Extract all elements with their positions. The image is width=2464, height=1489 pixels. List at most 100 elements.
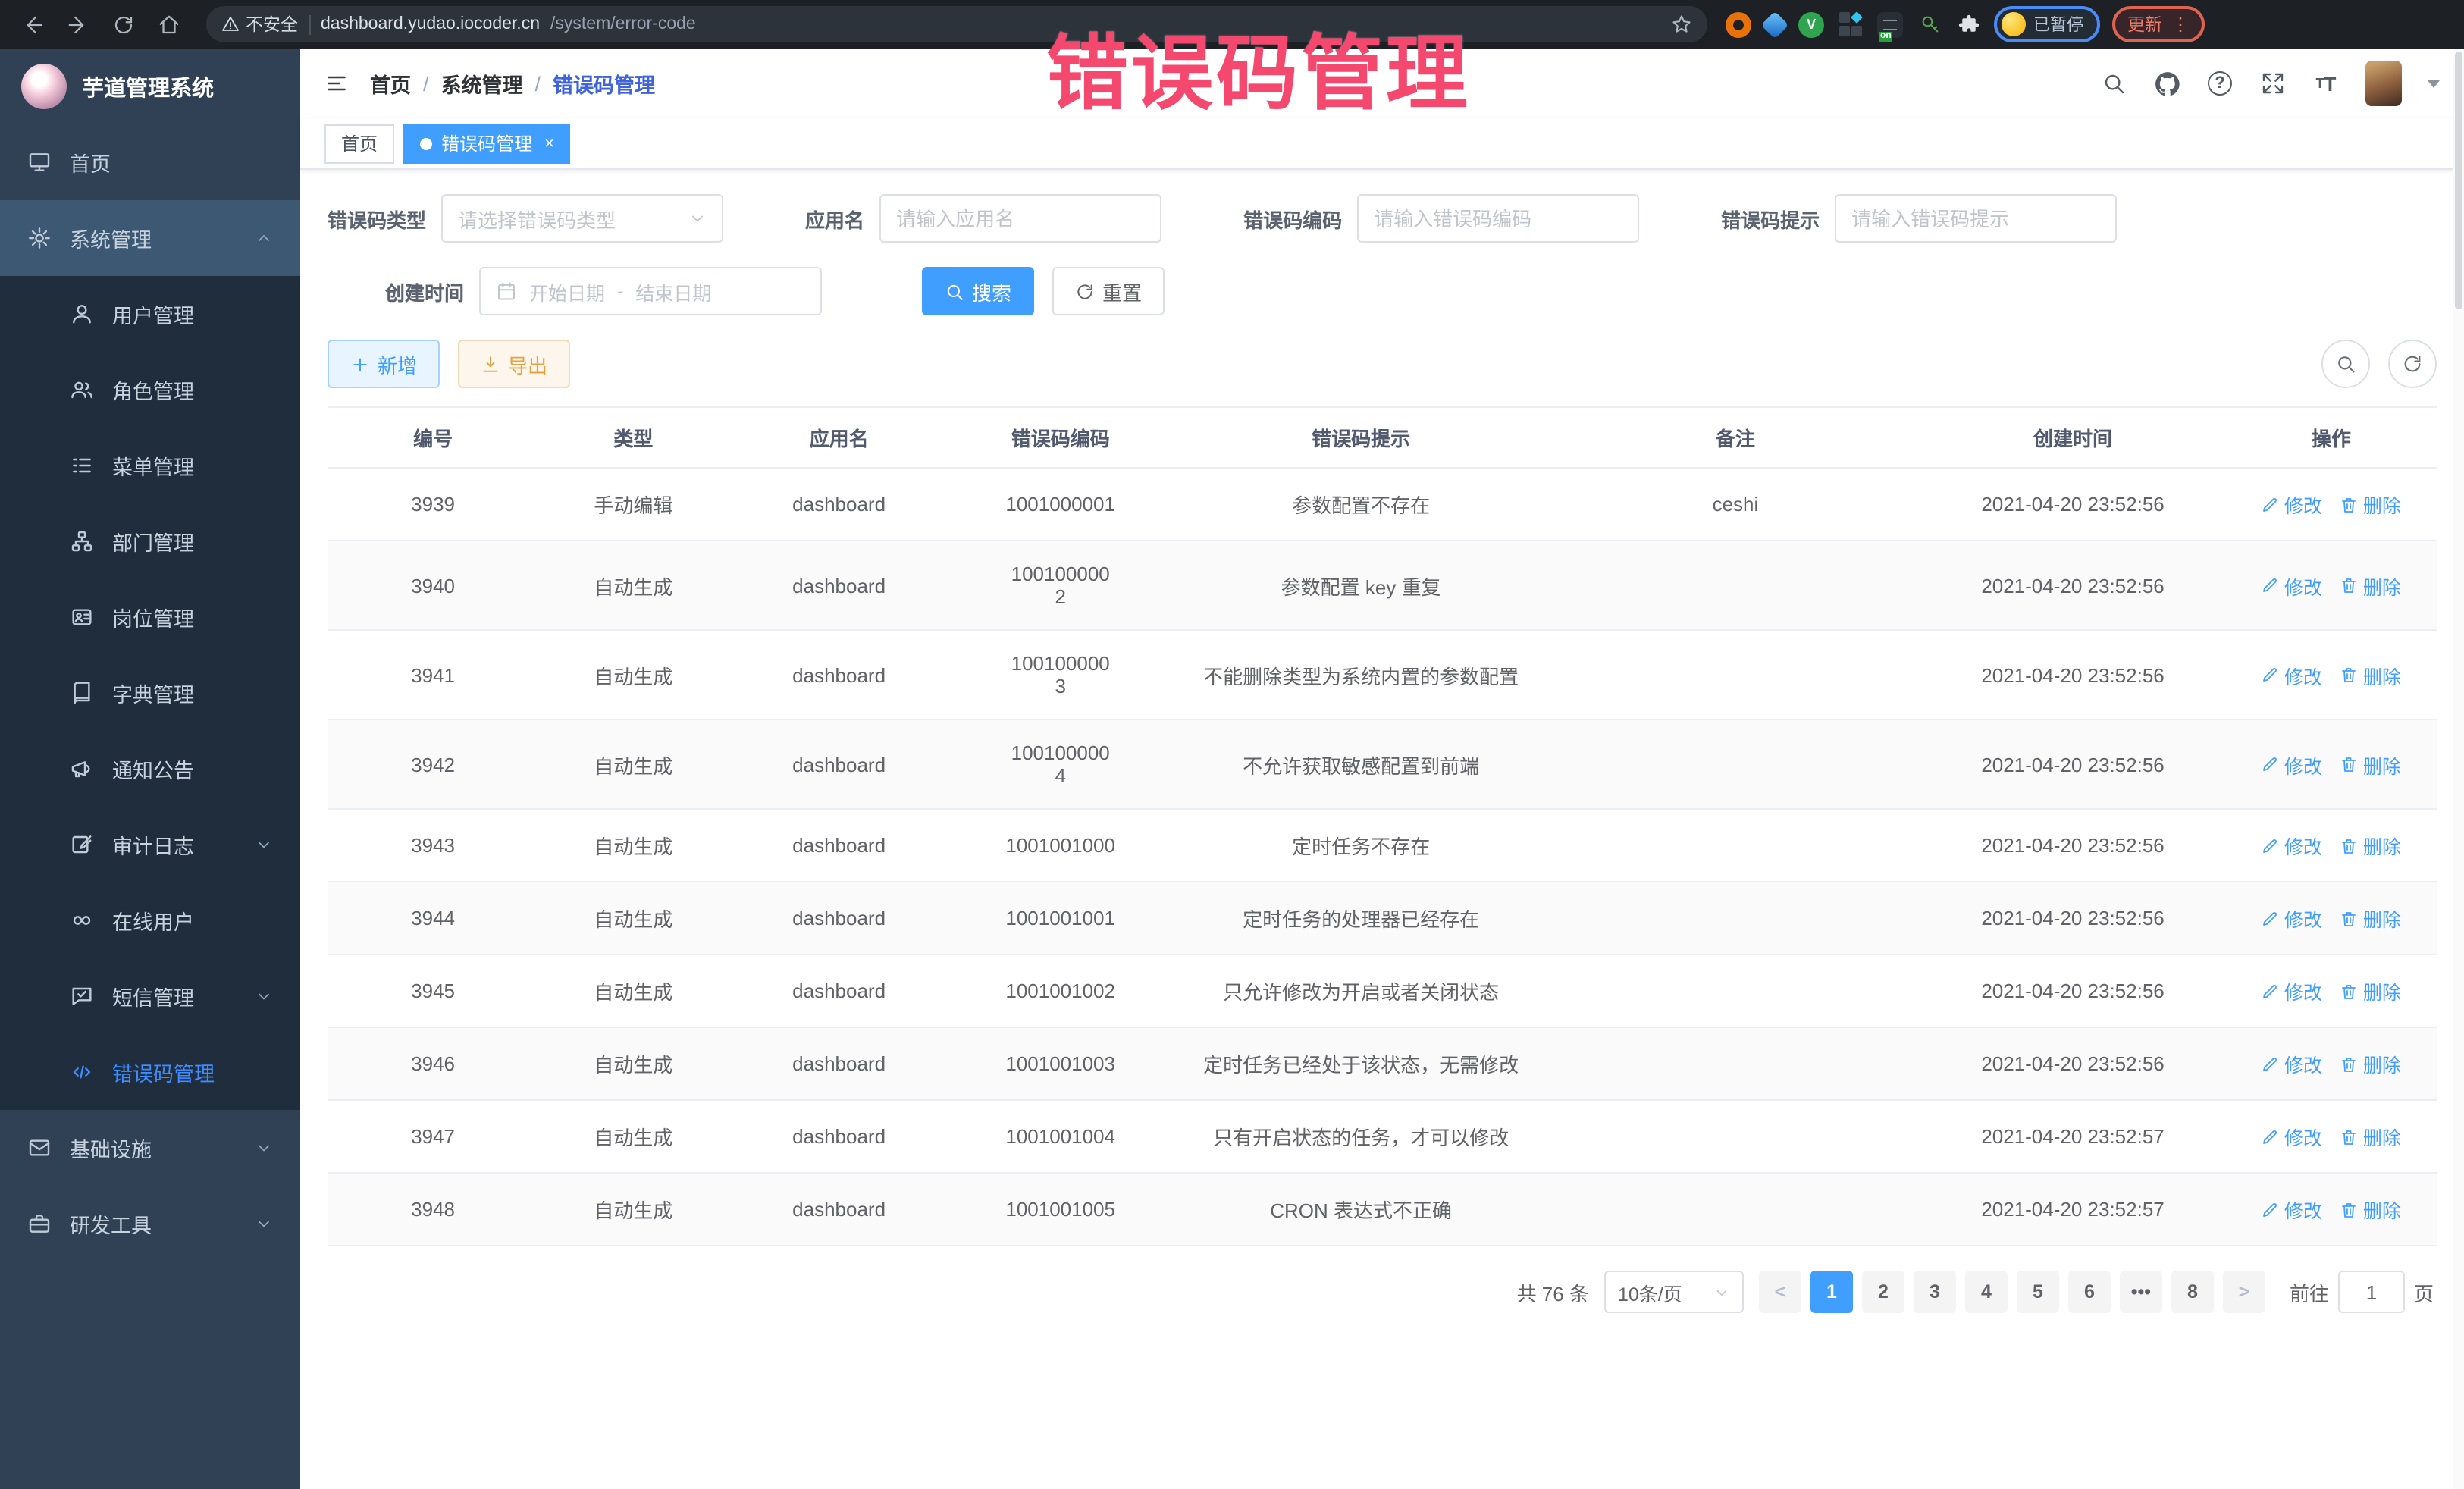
hamburger-icon[interactable] <box>324 71 349 96</box>
create-time-label: 创建时间 <box>385 277 464 306</box>
sidebar-item-audit-log[interactable]: 审计日志 <box>0 807 300 882</box>
delete-link[interactable]: 删除 <box>2340 904 2401 933</box>
refresh-table-button[interactable] <box>2388 340 2437 388</box>
browser-profile-badge[interactable]: 已暂停 <box>1994 6 2100 42</box>
edit-link[interactable]: 修改 <box>2262 490 2322 519</box>
close-icon[interactable]: × <box>544 134 554 152</box>
page-button-1[interactable]: 1 <box>1810 1271 1853 1313</box>
ext-orange-icon[interactable] <box>1726 11 1751 37</box>
page-scrollbar[interactable] <box>2453 49 2464 1489</box>
breadcrumb-system[interactable]: 系统管理 <box>441 68 523 99</box>
home-icon[interactable] <box>152 8 185 41</box>
tab-home[interactable]: 首页 <box>324 124 394 163</box>
page-button-8[interactable]: 8 <box>2171 1271 2214 1313</box>
edit-link[interactable]: 修改 <box>2262 976 2322 1005</box>
filter-input-2[interactable] <box>1357 194 1639 243</box>
ext-puzzle-icon[interactable] <box>1956 11 1982 37</box>
ext-onetab-icon[interactable]: on <box>1877 11 1903 37</box>
delete-link[interactable]: 删除 <box>2340 571 2401 600</box>
page-button-6[interactable]: 6 <box>2068 1271 2111 1313</box>
edit-link[interactable]: 修改 <box>2262 1195 2322 1224</box>
sidebar-item-posts[interactable]: 岗位管理 <box>0 579 300 655</box>
edit-link[interactable]: 修改 <box>2262 904 2322 933</box>
edit-link[interactable]: 修改 <box>2262 1122 2322 1151</box>
browser-menu-icon[interactable]: ⋮ <box>2171 17 2190 32</box>
sidebar-item-system[interactable]: 系统管理 <box>0 200 300 276</box>
cell-time: 2021-04-20 23:52:56 <box>1920 955 2225 1027</box>
ext-gem-icon[interactable] <box>1761 11 1789 39</box>
not-secure-warning[interactable]: 不安全 <box>221 12 298 36</box>
delete-link[interactable]: 删除 <box>2340 660 2401 689</box>
browser-update-button[interactable]: 更新 ⋮ <box>2112 6 2205 42</box>
sidebar-item-dicts[interactable]: 字典管理 <box>0 655 300 731</box>
sidebar-item-notices[interactable]: 通知公告 <box>0 731 300 807</box>
sidebar-item-infra[interactable]: 基础设施 <box>0 1110 300 1186</box>
search-icon[interactable] <box>2100 70 2127 97</box>
page-button-4[interactable]: 4 <box>1965 1271 2008 1313</box>
sidebar-item-menus[interactable]: 菜单管理 <box>0 428 300 503</box>
page-button-3[interactable]: 3 <box>1914 1271 1956 1313</box>
breadcrumb-home[interactable]: 首页 <box>370 68 411 99</box>
tab-error-code[interactable]: 错误码管理 × <box>403 124 571 163</box>
export-button[interactable]: 导出 <box>458 340 570 388</box>
delete-link[interactable]: 删除 <box>2340 1049 2401 1078</box>
edit-link[interactable]: 修改 <box>2262 831 2322 860</box>
chevron-down-icon <box>255 987 273 1005</box>
user-avatar[interactable] <box>2365 61 2402 106</box>
cell-id: 3945 <box>328 955 538 1027</box>
font-size-icon[interactable]: TT <box>2312 70 2340 97</box>
page-button-2[interactable]: 2 <box>1862 1271 1904 1313</box>
edit-link[interactable]: 修改 <box>2262 660 2322 689</box>
forward-icon[interactable] <box>61 8 94 41</box>
goto-page-input[interactable] <box>2338 1271 2405 1313</box>
ext-grid-icon[interactable] <box>1838 11 1864 37</box>
sidebar-item-error-code[interactable]: 错误码管理 <box>0 1034 300 1110</box>
page-size-select[interactable]: 10条/页 <box>1604 1271 1744 1313</box>
delete-icon <box>2340 909 2359 927</box>
ext-key-icon[interactable] <box>1917 11 1942 37</box>
back-icon[interactable] <box>15 8 49 41</box>
help-icon[interactable]: ? <box>2206 70 2234 97</box>
star-icon[interactable] <box>1671 14 1692 35</box>
prev-page-button[interactable]: < <box>1759 1271 1801 1313</box>
date-range-picker[interactable]: 开始日期 - 结束日期 <box>479 267 822 315</box>
reset-button[interactable]: 重置 <box>1052 267 1165 315</box>
app-logo-row[interactable]: 芋道管理系统 <box>0 49 300 124</box>
delete-link[interactable]: 删除 <box>2340 1195 2401 1224</box>
delete-link[interactable]: 删除 <box>2340 1122 2401 1151</box>
filter-input-1[interactable] <box>879 194 1161 243</box>
caret-down-icon[interactable] <box>2428 80 2440 87</box>
ext-green-v-icon[interactable]: V <box>1798 11 1824 37</box>
github-icon[interactable] <box>2153 70 2180 97</box>
fullscreen-icon[interactable] <box>2259 70 2287 97</box>
scrollbar-thumb[interactable] <box>2455 52 2462 309</box>
add-button[interactable]: 新增 <box>328 340 440 388</box>
sidebar-item-sms[interactable]: 短信管理 <box>0 958 300 1034</box>
sidebar-item-depts[interactable]: 部门管理 <box>0 503 300 579</box>
filter-label: 错误码编码 <box>1243 204 1342 233</box>
edit-link[interactable]: 修改 <box>2262 571 2322 600</box>
filter-input-3[interactable] <box>1835 194 2117 243</box>
reload-icon[interactable] <box>106 8 140 41</box>
sidebar-item-roles[interactable]: 角色管理 <box>0 352 300 428</box>
table-row: 3939手动编辑dashboard1001000001参数配置不存在ceshi2… <box>328 468 2437 541</box>
edit-link[interactable]: 修改 <box>2262 750 2322 779</box>
page-button-5[interactable]: 5 <box>2017 1271 2059 1313</box>
next-page-button[interactable]: > <box>2223 1271 2265 1313</box>
error-code-type-select[interactable]: 请选择错误码类型 <box>441 194 723 243</box>
sidebar-item-online-users[interactable]: 在线用户 <box>0 882 300 958</box>
url-bar[interactable]: 不安全 dashboard.yudao.iocoder.cn/system/er… <box>206 6 1707 42</box>
sidebar-item-users[interactable]: 用户管理 <box>0 276 300 352</box>
sidebar-item-home[interactable]: 首页 <box>0 124 300 200</box>
search-button[interactable]: 搜索 <box>922 267 1034 315</box>
more-pages-button[interactable]: ••• <box>2120 1271 2162 1313</box>
delete-link[interactable]: 删除 <box>2340 831 2401 860</box>
sidebar-item-dev-tools[interactable]: 研发工具 <box>0 1186 300 1262</box>
filter-label: 应用名 <box>805 204 864 233</box>
cell-type: 自动生成 <box>538 541 728 630</box>
delete-link[interactable]: 删除 <box>2340 976 2401 1005</box>
delete-link[interactable]: 删除 <box>2340 490 2401 519</box>
show-search-toggle-button[interactable] <box>2321 340 2370 388</box>
edit-link[interactable]: 修改 <box>2262 1049 2322 1078</box>
delete-link[interactable]: 删除 <box>2340 750 2401 779</box>
